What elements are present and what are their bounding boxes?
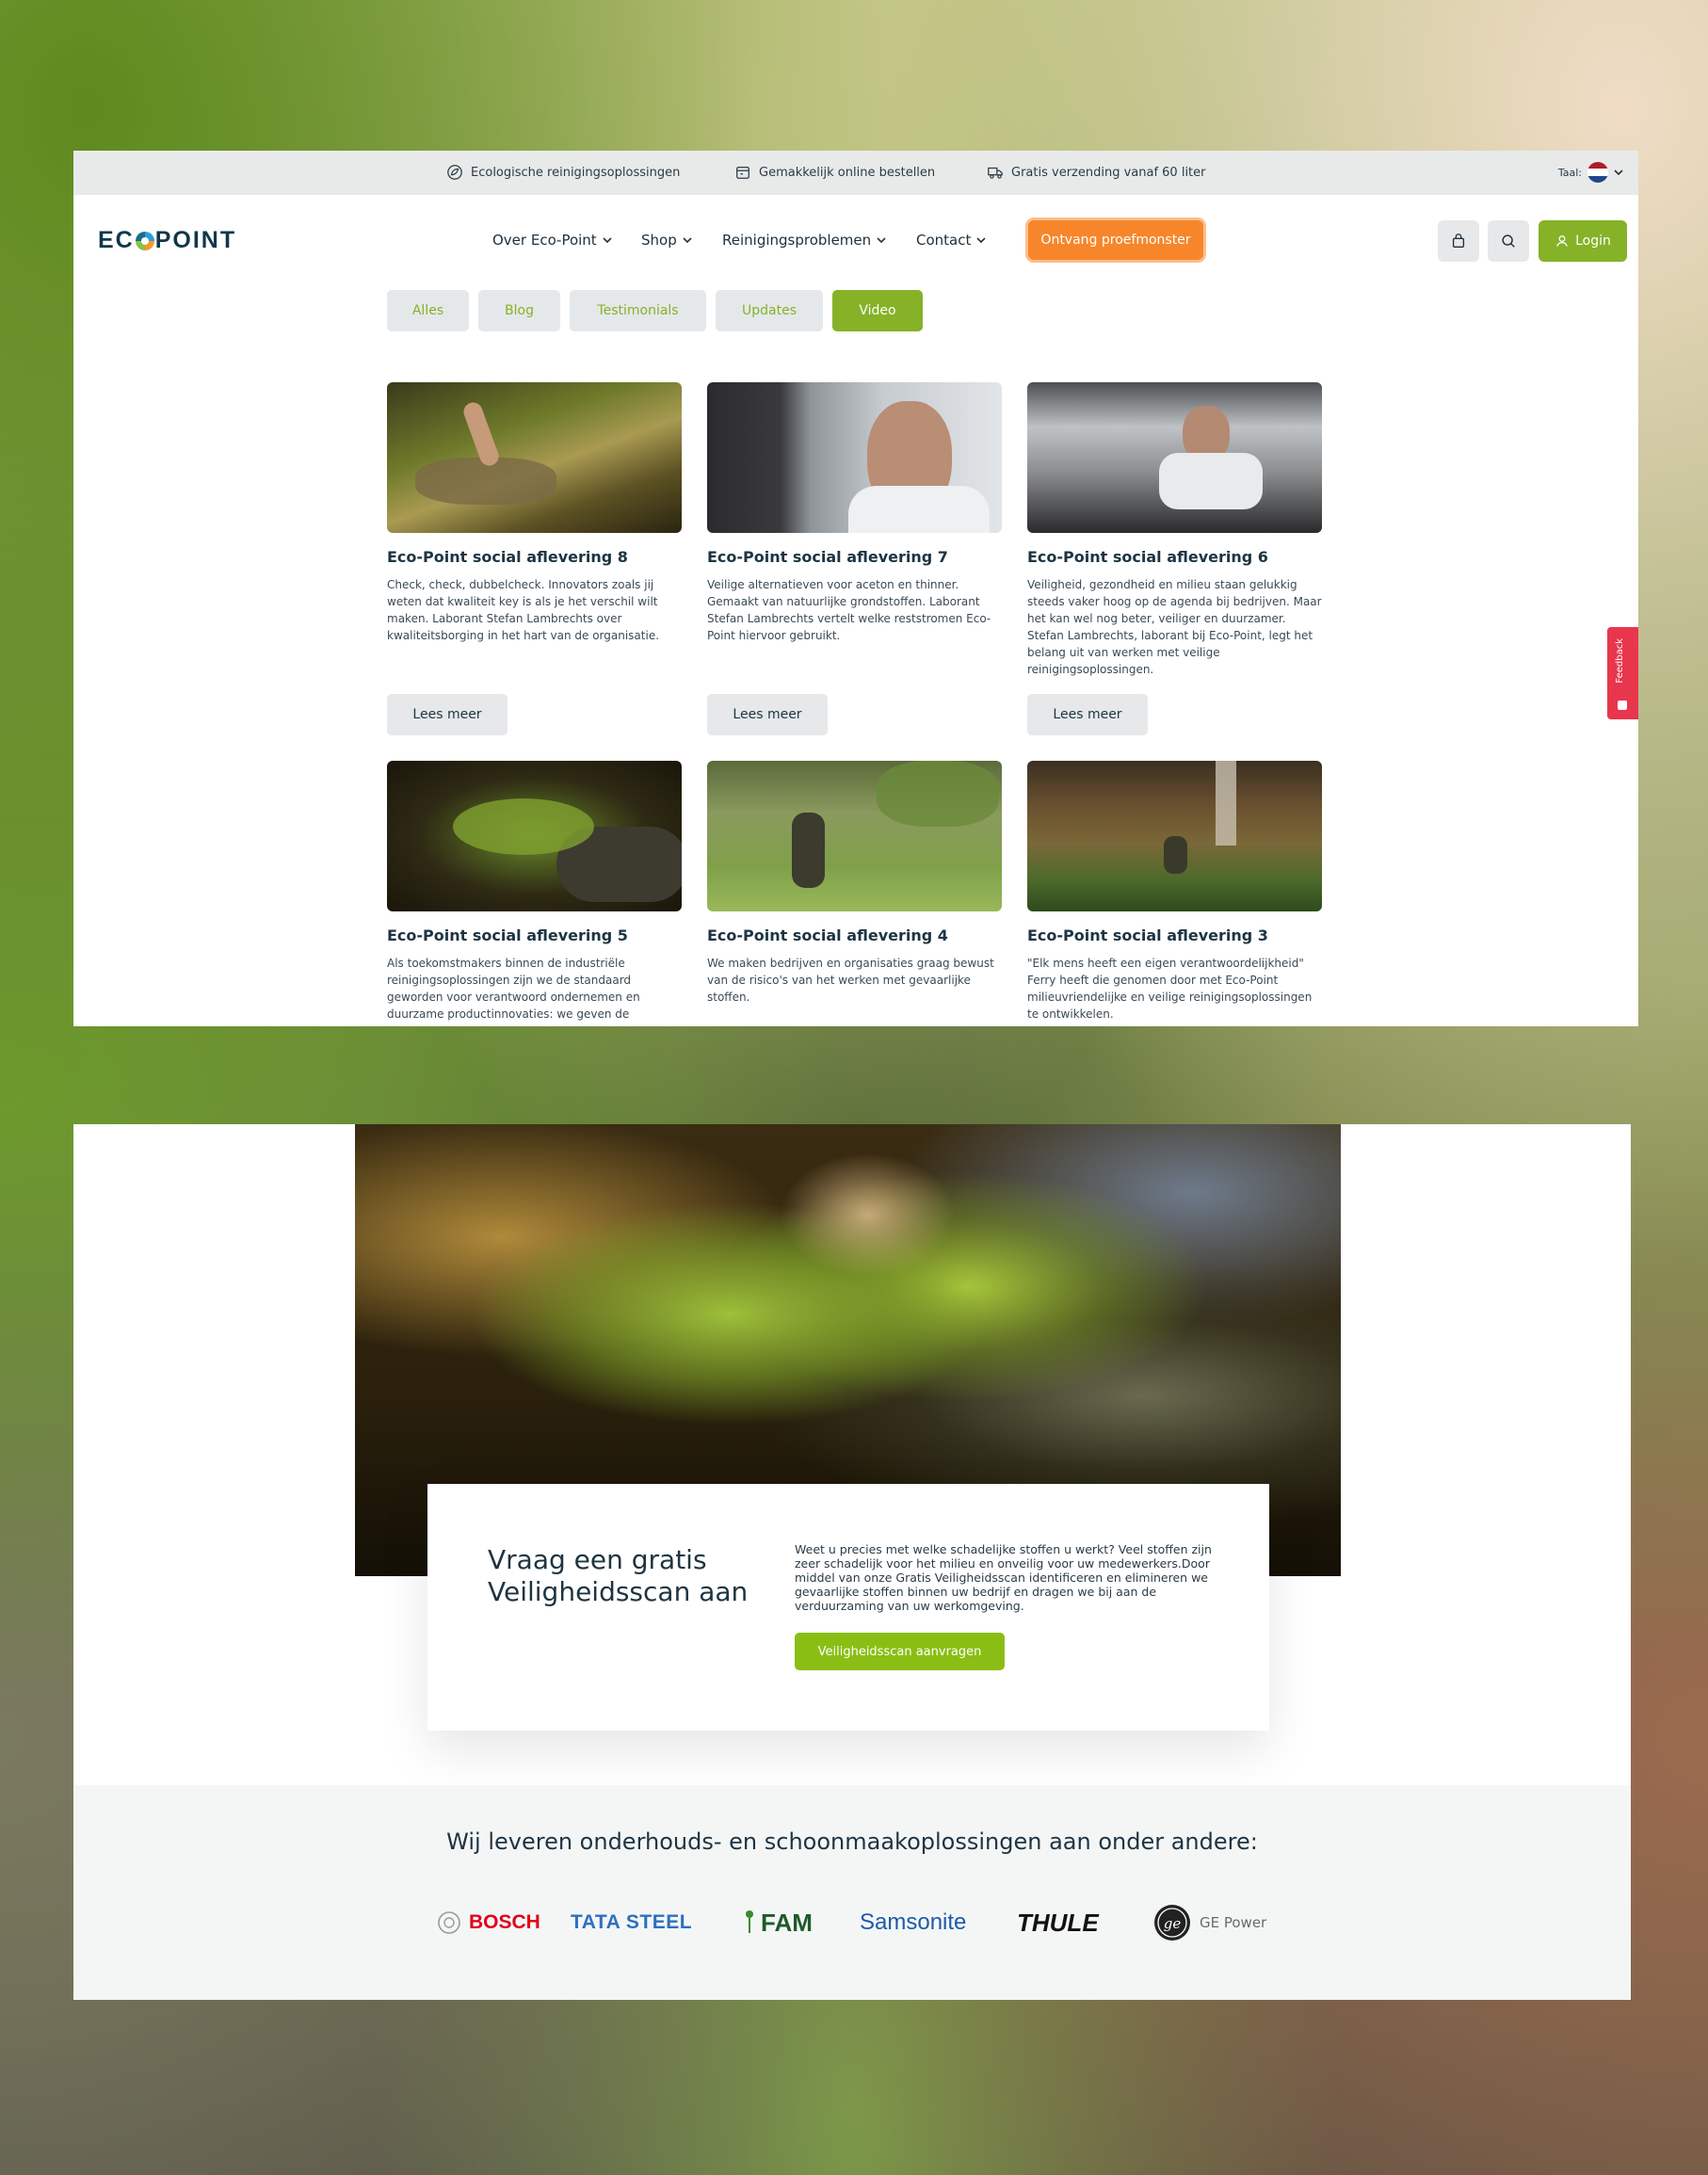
article-card[interactable]: Eco-Point social aflevering 8 Check, che… — [387, 382, 682, 644]
blog-overview-screenshot: Ecologische reinigingsoplossingen Gemakk… — [73, 151, 1638, 1026]
article-title[interactable]: Eco-Point social aflevering 6 — [1027, 548, 1322, 567]
read-more-button[interactable]: Lees meer — [387, 694, 508, 735]
logo-text: POINT — [154, 227, 237, 253]
bosch-logo: BOSCH — [437, 1904, 540, 1941]
usp-item: Gratis verzending vanaf 60 liter — [987, 164, 1206, 181]
request-safety-scan-button[interactable]: Veiligheidsscan aanvragen — [795, 1633, 1005, 1670]
usp-text: Ecologische reinigingsoplossingen — [471, 165, 681, 180]
usp-bar: Ecologische reinigingsoplossingen Gemakk… — [73, 151, 1638, 195]
ge-power-logo: ge GE Power — [1152, 1904, 1266, 1941]
nav-item-contact[interactable]: Contact — [916, 232, 986, 249]
article-excerpt: Veiligheid, gezondheid en milieu staan g… — [1027, 578, 1322, 676]
article-excerpt: Veilige alternatieven voor aceton en thi… — [707, 578, 991, 642]
logo-wordmark: BOSCH — [469, 1911, 540, 1933]
cart-button[interactable] — [1438, 220, 1479, 262]
delivery-truck-icon — [988, 167, 1003, 179]
thule-logo: THULE — [1017, 1904, 1099, 1941]
logo-wordmark: THULE — [1017, 1908, 1099, 1937]
clients-heading: Wij leveren onderhouds- en schoonmaakopl… — [446, 1829, 1258, 1855]
logo-wordmark: Samsonite — [860, 1909, 967, 1935]
safety-scan-description: Weet u precies met welke schadelijke sto… — [795, 1542, 1212, 1613]
nav-item-over-eco-point[interactable]: Over Eco-Point — [492, 232, 612, 249]
article-excerpt: We maken bedrijven en organisaties graag… — [707, 957, 994, 1004]
tab-alles[interactable]: Alles — [387, 290, 469, 331]
store-icon — [736, 166, 749, 179]
chevron-down-icon — [603, 237, 612, 244]
article-title[interactable]: Eco-Point social aflevering 3 — [1027, 926, 1322, 945]
article-thumbnail[interactable] — [387, 761, 682, 911]
bosch-mark-icon — [438, 1911, 460, 1934]
article-card[interactable]: Eco-Point social aflevering 6 Veiligheid… — [1027, 382, 1322, 678]
language-selector[interactable]: Taal: — [1558, 162, 1623, 183]
samsonite-logo: Samsonite — [860, 1904, 966, 1941]
read-more-button[interactable]: Lees meer — [1027, 694, 1148, 735]
feedback-label: Feedback — [1615, 638, 1625, 684]
language-label: Taal: — [1557, 166, 1582, 179]
usp-text: Gratis verzending vanaf 60 liter — [1011, 165, 1206, 180]
fam-logo: FAM — [744, 1904, 813, 1941]
nav-label: Reinigingsproblemen — [722, 232, 872, 249]
leaf-circle-icon — [447, 165, 462, 180]
nav-label: Over Eco-Point — [492, 232, 597, 249]
tab-updates[interactable]: Updates — [716, 290, 823, 331]
tata-steel-logo: TATA STEEL — [571, 1904, 692, 1941]
client-logos-section: Wij leveren onderhouds- en schoonmaakopl… — [73, 1785, 1631, 2000]
nav-item-reinigingsproblemen[interactable]: Reinigingsproblemen — [722, 232, 886, 249]
login-label: Login — [1575, 234, 1611, 249]
login-button[interactable]: Login — [1539, 220, 1627, 262]
request-sample-button[interactable]: Ontvang proefmonster — [1028, 220, 1203, 260]
feedback-icon — [1618, 701, 1627, 710]
safety-scan-section-screenshot: Vraag een gratis Veiligheidsscan aan Wee… — [73, 1124, 1631, 2000]
article-thumbnail[interactable] — [1027, 382, 1322, 533]
article-thumbnail[interactable] — [707, 761, 1002, 911]
article-title[interactable]: Eco-Point social aflevering 5 — [387, 926, 682, 945]
logo-wordmark: GE Power — [1200, 1914, 1267, 1931]
article-title[interactable]: Eco-Point social aflevering 4 — [707, 926, 1002, 945]
tab-blog[interactable]: Blog — [478, 290, 560, 331]
tab-video[interactable]: Video — [832, 290, 923, 331]
article-card[interactable]: Eco-Point social aflevering 7 Veilige al… — [707, 382, 1002, 644]
article-thumbnail[interactable] — [707, 382, 1002, 533]
chevron-down-icon — [976, 237, 986, 244]
article-card[interactable]: Eco-Point social aflevering 3 "Elk mens … — [1027, 761, 1322, 1023]
usp-item: Ecologische reinigingsoplossingen — [446, 164, 680, 181]
safety-scan-title: Vraag een gratis Veiligheidsscan aan — [488, 1544, 749, 1607]
chevron-down-icon — [683, 237, 692, 244]
user-icon — [1556, 235, 1568, 247]
feedback-tab[interactable]: Feedback — [1607, 627, 1638, 719]
shopping-bag-icon — [1452, 234, 1465, 248]
category-filter: Alles Blog Testimonials Updates Video — [387, 290, 923, 331]
tab-testimonials[interactable]: Testimonials — [570, 290, 706, 331]
article-thumbnail[interactable] — [1027, 761, 1322, 911]
dutch-flag-icon — [1587, 162, 1608, 183]
usp-text: Gemakkelijk online bestellen — [759, 165, 936, 180]
safety-scan-panel: Vraag een gratis Veiligheidsscan aan Wee… — [427, 1484, 1269, 1731]
logo-mark-icon — [135, 231, 154, 250]
article-card[interactable]: Eco-Point social aflevering 4 We maken b… — [707, 761, 1002, 1006]
nav-item-shop[interactable]: Shop — [641, 232, 692, 249]
svg-text:ge: ge — [1164, 1915, 1182, 1932]
search-button[interactable] — [1488, 220, 1529, 262]
article-thumbnail[interactable] — [387, 382, 682, 533]
usp-item: Gemakkelijk online bestellen — [734, 164, 935, 181]
logo-wordmark: FAM — [761, 1908, 813, 1937]
search-icon — [1502, 234, 1515, 248]
article-excerpt: Als toekomstmakers binnen de industriële… — [387, 957, 640, 1021]
ecopoint-logo[interactable]: EC POINT — [98, 227, 236, 254]
read-more-button[interactable]: Lees meer — [707, 694, 828, 735]
chevron-down-icon — [1614, 169, 1623, 176]
logo-wordmark: TATA STEEL — [571, 1911, 693, 1933]
article-card[interactable]: Eco-Point social aflevering 5 Als toekom… — [387, 761, 682, 1023]
article-excerpt: Check, check, dubbelcheck. Innovators zo… — [387, 578, 660, 642]
nav-label: Shop — [641, 232, 677, 249]
article-title[interactable]: Eco-Point social aflevering 7 — [707, 548, 1002, 567]
fam-leaf-icon — [746, 1910, 753, 1933]
nav-label: Contact — [916, 232, 972, 249]
article-excerpt: "Elk mens heeft een eigen verantwoordeli… — [1027, 957, 1313, 1021]
logo-text: EC — [98, 227, 135, 253]
article-title[interactable]: Eco-Point social aflevering 8 — [387, 548, 682, 567]
ge-monogram-icon: ge — [1154, 1905, 1190, 1941]
chevron-down-icon — [877, 237, 886, 244]
